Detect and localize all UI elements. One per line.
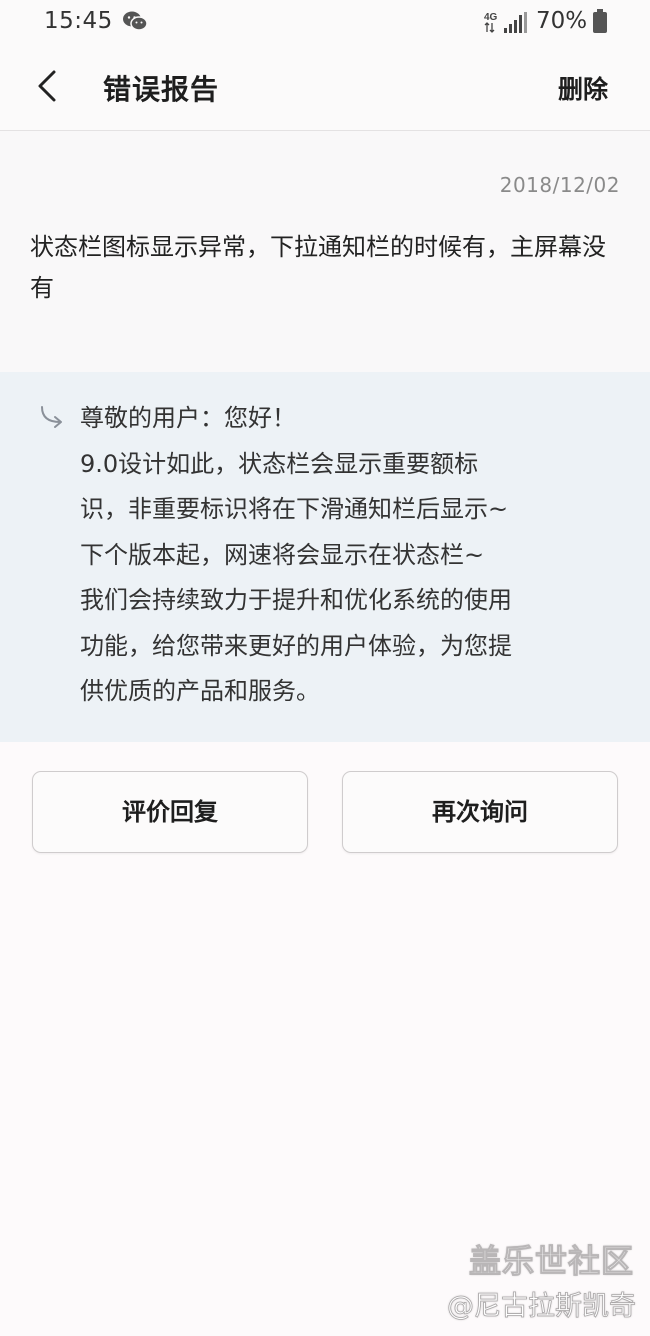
network-signal-icon: 4G — [484, 12, 527, 33]
chevron-left-icon — [38, 70, 56, 102]
reply-text: 尊敬的用户：您好！ 9.0设计如此，状态栏会显示重要额标 识，非重要标识将在下滑… — [80, 396, 620, 715]
battery-icon — [593, 9, 607, 33]
reply-line: 识，非重要标识将在下滑通知栏后显示~ — [80, 495, 509, 523]
app-bar: 错误报告 删除 — [0, 46, 650, 131]
watermark-author: @尼古拉斯凯奇 — [447, 1291, 637, 1323]
reply-line: 功能，给您带来更好的用户体验，为您提 — [80, 631, 512, 660]
status-time: 15:45 — [44, 8, 113, 34]
delete-button[interactable]: 删除 — [558, 70, 608, 106]
reply-line: 尊敬的用户：您好！ — [80, 404, 296, 432]
status-bar: 15:45 4G 70% — [0, 0, 650, 46]
report-section: 2018/12/02 状态栏图标显示异常，下拉通知栏的时候有，主屏幕没有 — [0, 131, 650, 372]
report-date: 2018/12/02 — [499, 173, 620, 197]
reply-line: 我们会持续致力于提升和优化系统的使用 — [80, 586, 512, 614]
report-text: 状态栏图标显示异常，下拉通知栏的时候有，主屏幕没有 — [30, 233, 606, 302]
wechat-icon — [123, 11, 148, 31]
reply-line: 供优质的产品和服务。 — [80, 677, 320, 705]
battery-percent: 70% — [536, 8, 588, 34]
rate-reply-button[interactable]: 评价回复 — [32, 771, 308, 853]
page-title: 错误报告 — [103, 73, 220, 106]
network-type-label: 4G — [484, 12, 498, 23]
reply-arrow-icon — [41, 406, 62, 428]
reply-line: 下个版本起，网速将会显示在状态栏~ — [80, 540, 485, 569]
reply-section: 尊敬的用户：您好！ 9.0设计如此，状态栏会显示重要额标 识，非重要标识将在下滑… — [0, 372, 650, 742]
back-button[interactable] — [26, 64, 70, 108]
ask-again-button[interactable]: 再次询问 — [342, 771, 618, 853]
watermark-title: 盖乐世社区 — [468, 1242, 634, 1281]
reply-line: 9.0设计如此，状态栏会显示重要额标 — [80, 449, 479, 478]
